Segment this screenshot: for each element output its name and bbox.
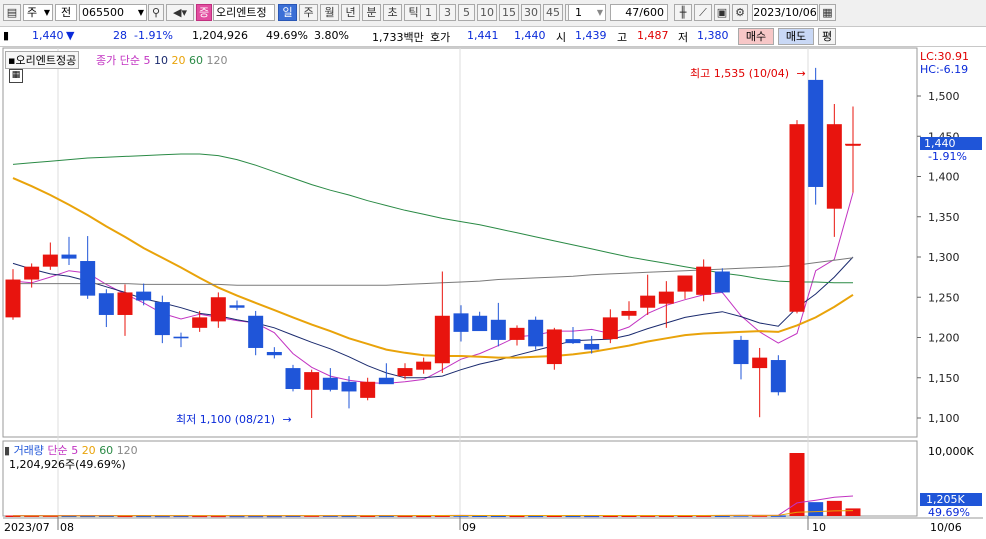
ytick-label-4: 1,300	[928, 251, 960, 264]
volume-current-tag: 1,205K	[920, 493, 982, 506]
candle-body	[434, 315, 450, 364]
ma-label: 종가 단순	[96, 54, 140, 67]
candle-body	[509, 327, 525, 340]
volume-current: 1,204,926주(49.69%)	[9, 458, 126, 471]
ma-legend: 종가 단순 5 10 20 60 120	[96, 52, 227, 68]
candle-body	[714, 271, 730, 293]
ma20-label: 20	[171, 54, 186, 67]
candle-body	[584, 343, 600, 350]
candle-body	[677, 275, 693, 292]
candle-body	[117, 292, 133, 315]
candle-body	[42, 254, 58, 267]
ma120-label: 120	[206, 54, 228, 67]
xaxis-end-label: 10/06	[930, 521, 962, 534]
ytick-label-6: 1,400	[928, 171, 960, 184]
ma10-label: 10	[153, 54, 168, 67]
candle-body	[490, 319, 506, 340]
xaxis-month-10: 10	[812, 521, 826, 534]
xaxis-month-09: 09	[462, 521, 476, 534]
candle-body	[696, 266, 712, 295]
ytick-label-0: 1,100	[928, 412, 960, 425]
stock-tab[interactable]: ▪오리엔트정공	[5, 51, 80, 69]
low-annotation: 최저 1,100 (08/21) →	[176, 413, 292, 426]
ytick-label-8: 1,500	[928, 90, 960, 103]
candle-body	[192, 317, 208, 328]
candle-body	[61, 254, 77, 259]
ma60-line	[12, 153, 853, 284]
candle-body	[360, 381, 376, 398]
candle-body	[24, 266, 40, 280]
candle-body	[154, 302, 170, 336]
candle-body	[752, 357, 768, 369]
candle-body	[789, 124, 805, 312]
current-change-tag: -1.91%	[928, 150, 967, 163]
volume-bar	[845, 508, 861, 516]
volume-bar	[808, 502, 824, 516]
candle-body	[210, 297, 226, 322]
ma5-label: 5	[143, 54, 151, 67]
candle-body	[285, 368, 301, 390]
ytick-label-3: 1,250	[928, 291, 960, 304]
high-annotation: 최고 1,535 (10/04) →	[690, 67, 806, 80]
volume-pct-tag: 49.69%	[928, 506, 970, 519]
grid-toggle-icon[interactable]: ▦	[9, 69, 23, 83]
volume-bar	[826, 500, 842, 516]
candle-body	[378, 377, 394, 385]
price-volume-chart[interactable]: 1,1001,1501,2001,2501,3001,3501,4001,450…	[0, 0, 986, 539]
candle-body	[304, 372, 320, 390]
candle-body	[416, 361, 432, 370]
candle-body	[770, 360, 786, 393]
candle-body	[453, 313, 469, 332]
candle-body	[658, 291, 674, 304]
volume-ma20-line	[13, 510, 854, 517]
ytick-label-5: 1,350	[928, 211, 960, 224]
xaxis-start-label: 2023/07	[4, 521, 50, 534]
candle-body	[136, 291, 152, 301]
candle-body	[602, 317, 618, 340]
candle-body	[248, 315, 264, 348]
candle-body	[528, 319, 544, 347]
candle-body	[397, 368, 413, 377]
lc-label: LC:30.91	[920, 50, 970, 63]
candle-body	[733, 339, 749, 365]
ytick-label-2: 1,200	[928, 332, 960, 345]
hc-label: HC:-6.19	[920, 63, 969, 76]
candle-body	[341, 381, 357, 392]
candle-body	[546, 329, 562, 365]
ma60-label: 60	[188, 54, 203, 67]
current-price-tag: 1,440	[920, 137, 982, 150]
ma20-line	[12, 177, 854, 359]
candle-body	[173, 336, 189, 339]
candle-body	[229, 305, 245, 308]
candle-body	[80, 261, 96, 296]
ytick-label-1: 1,150	[928, 372, 960, 385]
volume-ma5-line	[13, 495, 854, 517]
xaxis-month-08: 08	[60, 521, 74, 534]
candle-body	[640, 295, 656, 308]
volume-axis-max: 10,000K	[928, 445, 974, 458]
candle-body	[266, 351, 282, 356]
candle-body	[98, 293, 114, 315]
stock-tab-label: 오리엔트정공	[15, 54, 77, 67]
candle-body	[621, 310, 637, 316]
candle-body	[5, 279, 21, 318]
candle-body	[565, 339, 581, 344]
candle-body	[826, 124, 842, 209]
candle-body	[808, 79, 824, 187]
candle-body	[322, 377, 338, 390]
candle-body	[472, 315, 488, 332]
